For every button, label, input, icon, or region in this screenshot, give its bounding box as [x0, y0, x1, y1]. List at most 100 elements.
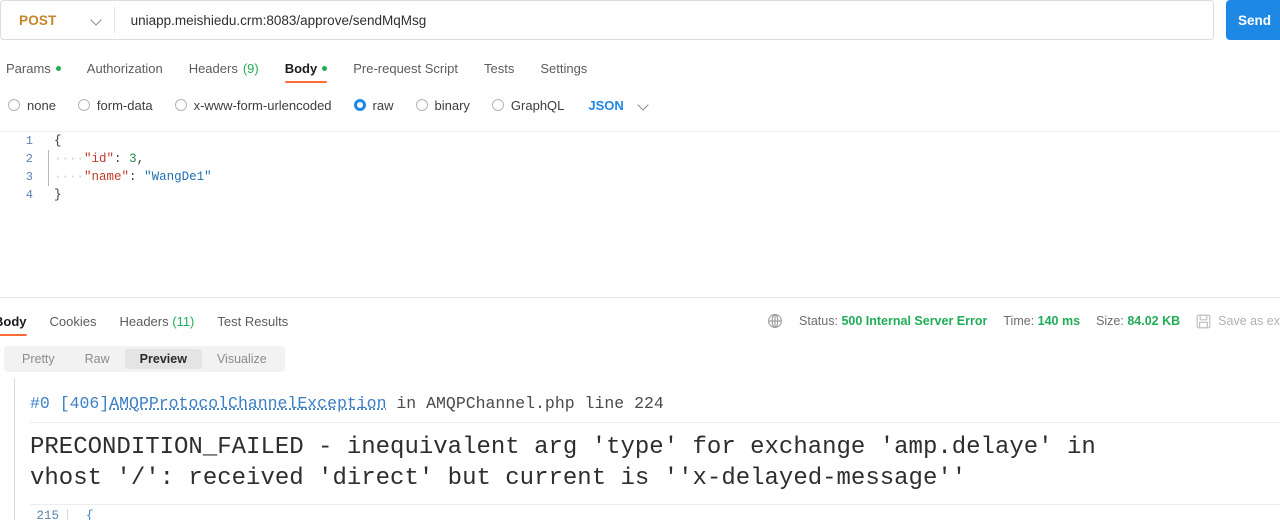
request-tab-label: Authorization [86, 61, 163, 76]
size-label: Size: [1096, 314, 1124, 328]
error-exception-link[interactable]: AMQPProtocolChannelException [109, 394, 386, 413]
error-stack-frame-heading: #0 [406]AMQPProtocolChannelException in … [15, 378, 1280, 413]
request-tab-label: Body [284, 61, 318, 76]
request-tab-headers[interactable]: Headers (9) [189, 61, 259, 83]
line-number: 3 [25, 170, 33, 184]
radio-icon[interactable] [174, 99, 187, 111]
json-number: 3 [129, 152, 137, 166]
status-field: Status: 500 Internal Server Error [799, 314, 987, 328]
radio-icon[interactable] [491, 99, 504, 111]
radio-icon[interactable] [77, 99, 90, 111]
save-icon [1196, 314, 1211, 329]
size-value: 84.02 KB [1127, 314, 1181, 328]
body-type-label: x-www-form-urlencoded [193, 97, 332, 113]
body-type-raw[interactable]: raw [353, 98, 394, 113]
radio-icon-selected[interactable] [353, 99, 366, 111]
chevron-down-icon [638, 100, 649, 111]
body-type-label: form-data [96, 97, 153, 113]
request-tab-label: Tests [483, 61, 515, 76]
body-type-label: binary [434, 97, 470, 113]
code-content: { [86, 509, 94, 520]
error-message: PRECONDITION_FAILED - inequivalent arg '… [15, 423, 1280, 494]
json-key: "name" [84, 170, 130, 184]
save-as-example-button[interactable]: Save as ex [1196, 314, 1280, 329]
response-meta: Status: 500 Internal Server Error Time: … [767, 313, 1280, 329]
error-line-word: line [584, 394, 625, 413]
send-button[interactable]: Send [1226, 0, 1280, 40]
code-line: 4 } [0, 186, 1280, 204]
body-type-none[interactable]: none [8, 98, 56, 113]
code-line: 3 ····"name": "WangDe1" [0, 168, 1280, 186]
response-tabs: Body Cookies Headers (11) Test Results [0, 306, 288, 336]
http-method-dropdown[interactable]: POST [1, 1, 114, 39]
request-tab-body[interactable]: Body [284, 61, 328, 83]
view-mode-pretty[interactable]: Pretty [7, 349, 70, 369]
error-source-snippet: 215 { [15, 509, 94, 520]
request-tab-authorization[interactable]: Authorization [87, 61, 163, 83]
save-as-example-label: Save as ex [1218, 314, 1280, 328]
response-header: Body Cookies Headers (11) Test Results S… [0, 305, 1280, 337]
response-tab-test-results[interactable]: Test Results [217, 314, 288, 336]
status-label: Status: [799, 314, 838, 328]
code-content: ····"id": 3, [38, 150, 144, 168]
divider [30, 504, 1280, 505]
error-code: [406] [59, 394, 110, 413]
radio-icon[interactable] [8, 99, 20, 111]
body-type-x-www-form-urlencoded[interactable]: x-www-form-urlencoded [174, 97, 332, 113]
time-value: 140 ms [1037, 314, 1081, 328]
response-tab-cookies[interactable]: Cookies [50, 314, 97, 336]
headers-count-badge: (9) [242, 61, 259, 76]
request-body-editor[interactable]: 1 { 2 ····"id": 3, 3 ····"name": "WangDe… [0, 131, 1280, 289]
time-label: Time: [1003, 314, 1035, 328]
json-space [122, 152, 130, 166]
body-type-graphql[interactable]: GraphQL [491, 97, 565, 113]
request-tabs: Params Authorization Headers (9) Body Pr… [0, 53, 1280, 83]
response-tab-label: Test Results [217, 314, 289, 329]
view-mode-raw[interactable]: Raw [70, 349, 125, 369]
request-tab-label: Headers [188, 61, 238, 76]
body-type-binary[interactable]: binary [415, 97, 470, 113]
error-message-line-1: PRECONDITION_FAILED - inequivalent arg '… [30, 434, 1096, 461]
divider [67, 509, 68, 520]
response-tab-headers[interactable]: Headers (11) [119, 314, 194, 336]
radio-icon[interactable] [415, 99, 428, 111]
request-tab-settings[interactable]: Settings [540, 61, 587, 83]
response-headers-count-badge: (11) [172, 314, 195, 329]
http-method-label: POST [19, 12, 57, 28]
json-key: "id" [84, 152, 115, 166]
indent-guides: ···· [54, 152, 85, 166]
raw-format-dropdown[interactable]: JSON [588, 98, 648, 113]
status-dot-icon [55, 66, 61, 71]
code-content: { [54, 134, 62, 148]
response-tab-label: Body [0, 314, 27, 329]
globe-icon[interactable] [767, 313, 783, 329]
error-frame-index: #0 [30, 394, 50, 413]
response-tab-label: Headers [119, 314, 169, 329]
indent-guides: ···· [54, 170, 85, 184]
line-number: 4 [25, 188, 33, 202]
error-message-line-2: vhost '/': received 'direct' but current… [30, 465, 967, 492]
body-type-form-data[interactable]: form-data [77, 97, 153, 113]
request-url-input[interactable] [114, 1, 1213, 39]
response-tab-body[interactable]: Body [0, 314, 27, 336]
code-content: } [54, 188, 62, 202]
body-type-label: GraphQL [510, 97, 565, 113]
request-tab-pre-request-script[interactable]: Pre-request Script [353, 61, 458, 83]
response-preview-pane[interactable]: #0 [406]AMQPProtocolChannelException in … [14, 378, 1280, 520]
response-view-modes: Pretty Raw Preview Visualize [4, 346, 285, 372]
raw-format-label: JSON [588, 97, 624, 113]
request-tab-label: Params [6, 61, 51, 76]
body-type-label: none [27, 97, 56, 113]
view-mode-visualize[interactable]: Visualize [202, 349, 282, 369]
response-tab-label: Cookies [49, 314, 97, 329]
view-mode-preview[interactable]: Preview [124, 349, 202, 369]
request-tab-tests[interactable]: Tests [484, 61, 514, 83]
status-dot-icon [322, 66, 328, 71]
json-string: "WangDe1" [144, 170, 212, 184]
time-field: Time: 140 ms [1003, 314, 1080, 328]
request-tab-label: Settings [540, 61, 588, 76]
code-content: ····"name": "WangDe1" [38, 168, 212, 186]
request-tab-params[interactable]: Params [6, 61, 61, 83]
body-type-options: none form-data x-www-form-urlencoded raw… [0, 91, 1280, 119]
error-in-word: in [396, 394, 417, 413]
